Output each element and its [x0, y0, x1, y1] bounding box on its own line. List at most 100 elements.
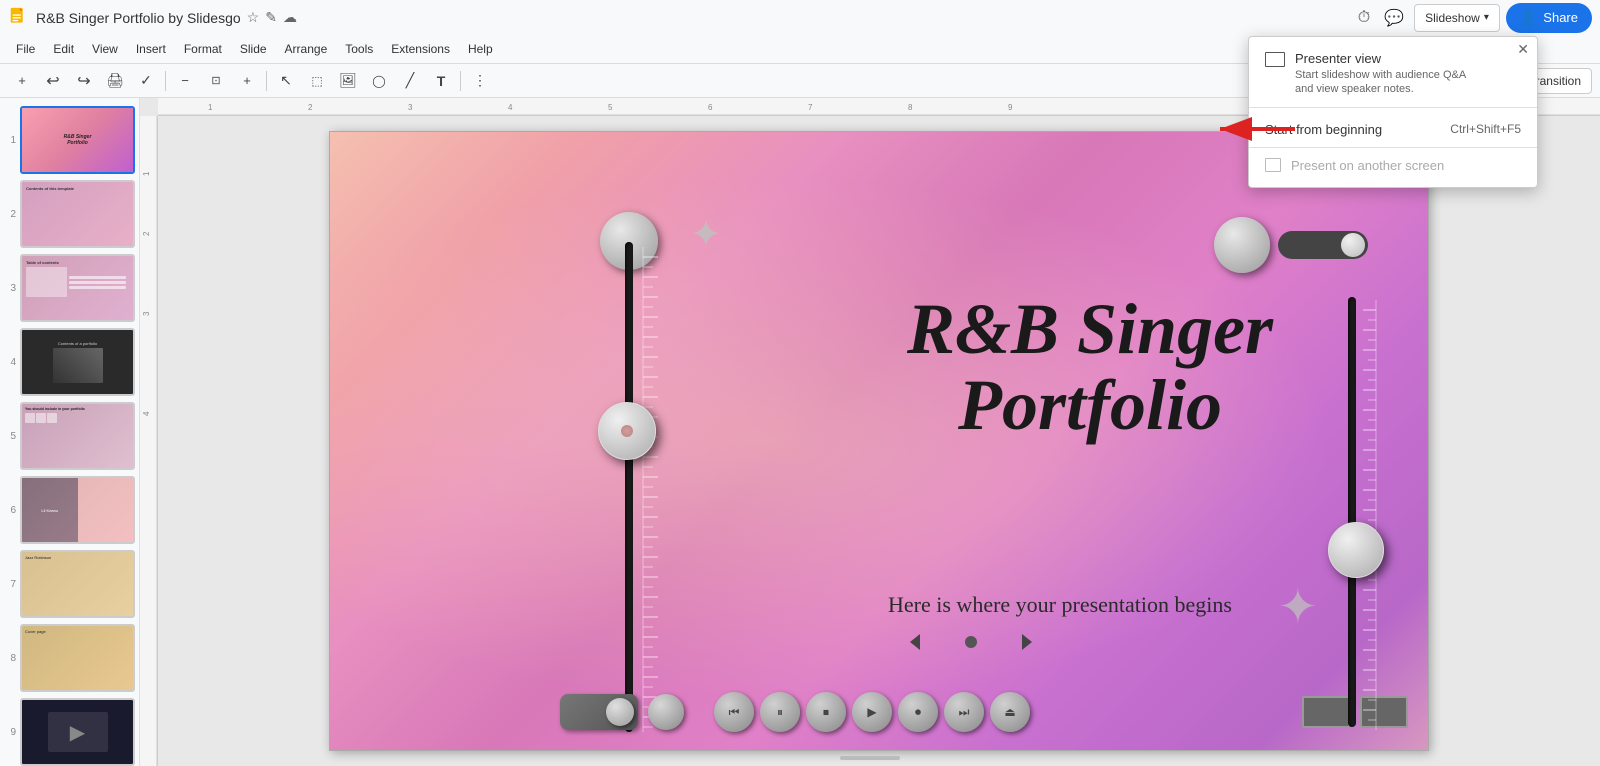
main-area: 1 R&B SingerPortfolio 2 Contents of this…	[0, 98, 1600, 766]
slide-canvas[interactable]: ✦ // tick marks	[329, 131, 1429, 751]
vertical-ruler: 1 2 3 4	[140, 116, 158, 766]
presenter-view-item[interactable]: Presenter view Start slideshow with audi…	[1265, 51, 1521, 97]
slide-thumb-wrapper-7: 7 Jazz Robinson	[4, 550, 135, 618]
svg-text:4: 4	[142, 411, 151, 416]
menu-view[interactable]: View	[84, 40, 126, 58]
red-arrow-annotation	[1205, 107, 1305, 157]
svg-text:2: 2	[308, 103, 313, 112]
ruler-right	[1358, 300, 1378, 730]
toolbar-line[interactable]: ╱	[396, 67, 424, 95]
slide-thumb-wrapper-4: 4 Contents of a portfolio	[4, 328, 135, 396]
slide-thumbnail-2[interactable]: Contents of this template	[20, 180, 135, 248]
toolbar-cursor[interactable]: ↖	[272, 67, 300, 95]
toolbar-redo[interactable]: ↪	[70, 67, 98, 95]
toggle-switch	[560, 694, 638, 730]
svg-text:2: 2	[142, 231, 151, 236]
menu-edit[interactable]: Edit	[45, 40, 82, 58]
presenter-view-sub: Start slideshow with audience Q&Aand vie…	[1295, 68, 1466, 97]
playback-buttons: ⏮ ⏸ ⏹ ▶ ⏺ ⏭ ⏏	[714, 692, 1030, 732]
app-logo	[8, 7, 30, 29]
slide-thumb-wrapper-8: 8 Cover page	[4, 624, 135, 692]
start-from-beginning-shortcut: Ctrl+Shift+F5	[1450, 122, 1521, 136]
toolbar-text[interactable]: T	[427, 67, 455, 95]
menu-slide[interactable]: Slide	[232, 40, 275, 58]
toolbar-print[interactable]: 🖨	[101, 67, 129, 95]
toolbar-add-slide[interactable]: +	[8, 67, 36, 95]
toolbar-zoom-fit[interactable]: ⊡	[202, 67, 230, 95]
toolbar-more[interactable]: ⋮	[466, 67, 494, 95]
ruler-left: // tick marks	[638, 247, 693, 732]
slide-thumb-wrapper-3: 3 Table of contents	[4, 254, 135, 322]
toolbar-shapes[interactable]: ◯	[365, 67, 393, 95]
slide-thumbnail-9[interactable]: ▶	[20, 698, 135, 766]
toolbar-select-area[interactable]: ⬚	[303, 67, 331, 95]
slides-sidebar: 1 R&B SingerPortfolio 2 Contents of this…	[0, 98, 140, 766]
slide-thumbnail-3[interactable]: Table of contents	[20, 254, 135, 322]
svg-text:5: 5	[608, 103, 613, 112]
slide-thumbnail-1[interactable]: R&B SingerPortfolio	[20, 106, 135, 174]
presenter-view-icon	[1265, 52, 1285, 67]
toolbar-separator-2	[266, 71, 267, 91]
star-bottom-right: ✦	[1278, 579, 1318, 635]
slide-thumb-wrapper-1: 1 R&B SingerPortfolio	[4, 106, 135, 174]
slider-track-left	[625, 242, 633, 732]
svg-text:6: 6	[708, 103, 713, 112]
slide-thumbnail-5[interactable]: You should include in your portfolio	[20, 402, 135, 470]
rename-icon[interactable]: ✎	[265, 9, 277, 26]
slide-thumb-wrapper-2: 2 Contents of this template	[4, 180, 135, 248]
toolbar-zoom-in[interactable]: +	[233, 67, 261, 95]
menu-format[interactable]: Format	[176, 40, 230, 58]
svg-text:8: 8	[908, 103, 913, 112]
present-another-screen-checkbox	[1265, 158, 1281, 172]
slide-thumbnail-8[interactable]: Cover page	[20, 624, 135, 692]
slide-thumbnail-7[interactable]: Jazz Robinson	[20, 550, 135, 618]
slide-num-1: 1	[4, 135, 16, 146]
menu-extensions[interactable]: Extensions	[383, 40, 458, 58]
share-button[interactable]: 👤 Share	[1506, 3, 1592, 33]
toolbar-zoom-out[interactable]: −	[171, 67, 199, 95]
svg-text:3: 3	[408, 103, 413, 112]
svg-text:4: 4	[508, 103, 513, 112]
toggle-top-right	[1278, 231, 1368, 259]
playback-indicators	[910, 634, 1032, 650]
doc-title[interactable]: R&B Singer Portfolio by Slidesgo	[36, 10, 241, 26]
slide-thumb-wrapper-5: 5 You should include in your portfolio	[4, 402, 135, 470]
top-right-controls	[1214, 217, 1368, 273]
slide-thumb-wrapper-9: 9 ▶	[4, 698, 135, 766]
menu-file[interactable]: File	[8, 40, 43, 58]
canvas-area: 1 2 3 4 5 6 7 8 9 1 2 3 4	[140, 98, 1600, 766]
slideshow-button[interactable]: Slideshow ▾	[1414, 4, 1500, 32]
slide-thumbnail-4[interactable]: Contents of a portfolio	[20, 328, 135, 396]
knob-top-right	[1214, 217, 1270, 273]
knob-bottom-1	[648, 694, 684, 730]
dropdown-close-icon[interactable]: ✕	[1517, 41, 1529, 58]
toolbar-image-insert[interactable]: 🖼	[334, 67, 362, 95]
toolbar-separator-3	[460, 71, 461, 91]
menu-tools[interactable]: Tools	[337, 40, 381, 58]
svg-text:3: 3	[142, 311, 151, 316]
menu-insert[interactable]: Insert	[128, 40, 174, 58]
svg-text:7: 7	[808, 103, 813, 112]
presenter-view-label: Presenter view	[1295, 51, 1466, 66]
svg-text:1: 1	[208, 103, 213, 112]
toolbar-separator-1	[165, 71, 166, 91]
dropdown-presenter-section: Presenter view Start slideshow with audi…	[1249, 43, 1537, 101]
slider-knob-left	[598, 402, 656, 460]
menu-help[interactable]: Help	[460, 40, 501, 58]
star-top: ✦	[690, 212, 722, 257]
slide-main-title: R&B SingerPortfolio	[810, 292, 1370, 443]
bottom-controls: ⏮ ⏸ ⏹ ▶ ⏺ ⏭ ⏏	[560, 692, 1298, 732]
cloud-save-icon[interactable]: ☁	[283, 9, 297, 26]
slider-track-right	[1348, 297, 1356, 727]
menu-arrange[interactable]: Arrange	[277, 40, 336, 58]
history-icon[interactable]: ⏱	[1354, 5, 1374, 31]
svg-text:9: 9	[1008, 103, 1013, 112]
comments-icon[interactable]: 💬	[1380, 4, 1408, 32]
slide-thumb-wrapper-6: 6 Lil Keanu	[4, 476, 135, 544]
toolbar-undo[interactable]: ↩	[39, 67, 67, 95]
toolbar-spell-check[interactable]: ✓	[132, 67, 160, 95]
star-icon[interactable]: ☆	[247, 9, 260, 26]
svg-text:1: 1	[142, 171, 151, 176]
slide-counter	[840, 756, 900, 760]
slide-thumbnail-6[interactable]: Lil Keanu	[20, 476, 135, 544]
